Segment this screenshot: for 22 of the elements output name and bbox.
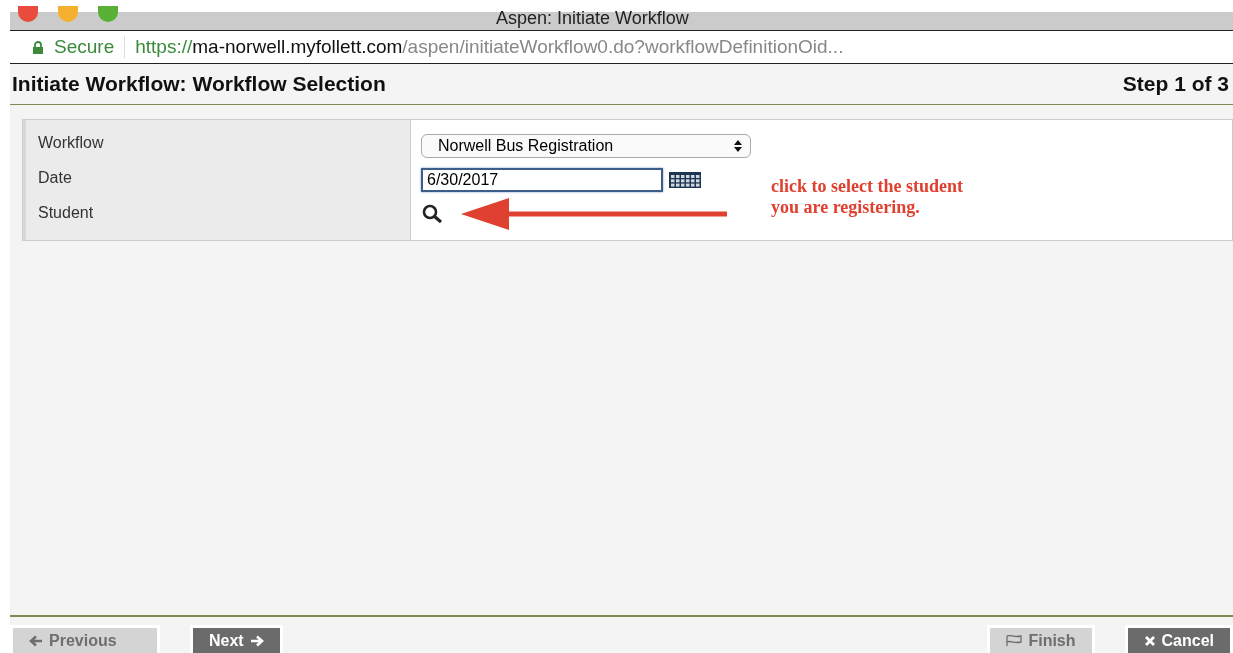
window-title: Aspen: Initiate Workflow <box>496 8 689 29</box>
zoom-window-icon[interactable] <box>98 6 118 22</box>
field-label: Date <box>38 169 73 187</box>
flag-icon <box>1006 635 1023 646</box>
arrow-left-icon <box>29 634 43 647</box>
url-text: https://ma-norwell.myfollett.com/aspen/initiateWorkflow0.do?workflowDefinitionOid... <box>135 36 844 58</box>
arrow-right-icon <box>249 634 264 647</box>
field-label: Student <box>38 204 95 222</box>
step-indicator: Step 1 of 3 <box>1122 72 1229 96</box>
lock-icon <box>32 40 44 54</box>
secure-label: Secure <box>54 36 115 58</box>
calendar-icon[interactable] <box>669 172 701 188</box>
close-window-icon[interactable] <box>18 6 38 22</box>
date-field[interactable]: 6/30/2017 <box>421 168 663 192</box>
cancel-button[interactable]: Cancel <box>1124 625 1233 653</box>
next-button[interactable]: Next <box>190 625 283 653</box>
workflow-dropdown[interactable]: Norwell Bus Registration <box>421 134 751 158</box>
annotation-text: click to select the student you are registering. <box>771 176 964 218</box>
field-label: Workflow <box>38 134 105 152</box>
page-title: Initiate Workflow: Workflow Selection <box>12 72 386 96</box>
updown-caret-icon <box>734 140 742 152</box>
close-icon <box>1143 634 1156 647</box>
